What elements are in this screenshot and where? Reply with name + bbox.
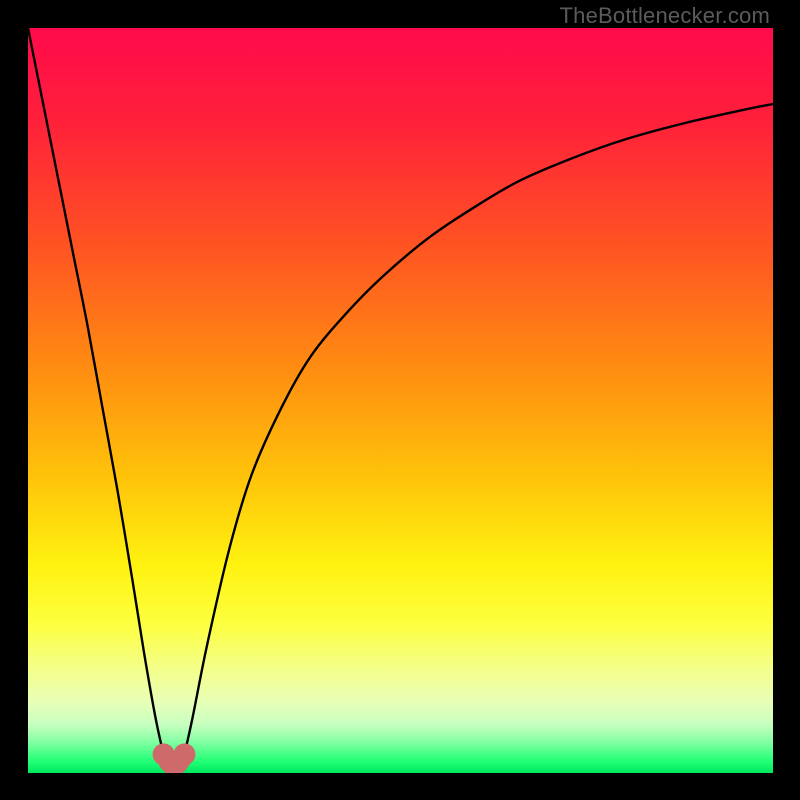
plot-area: [28, 28, 773, 773]
bottleneck-curve: [28, 28, 773, 773]
attribution-text: TheBottlenecker.com: [560, 3, 770, 29]
minimum-marker-dot-1: [173, 743, 195, 765]
chart-frame: TheBottlenecker.com: [0, 0, 800, 800]
curve-path: [28, 28, 773, 773]
minimum-marker-dot-0: [153, 743, 175, 765]
